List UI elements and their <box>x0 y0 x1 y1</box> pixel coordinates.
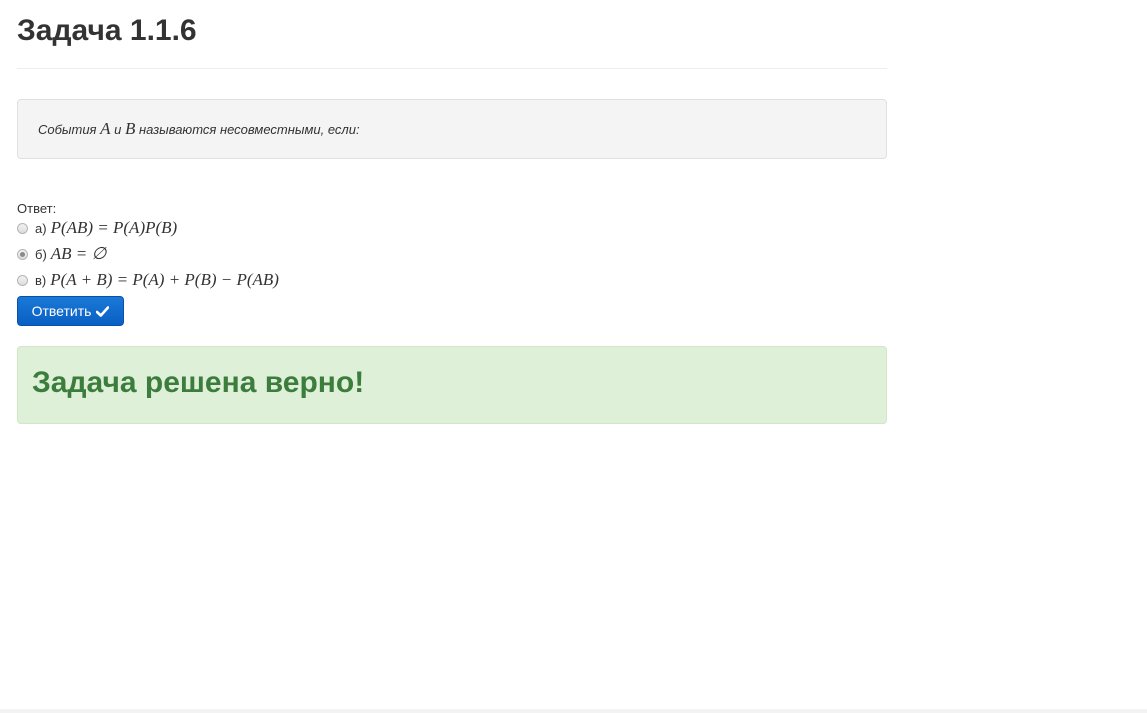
success-message: Задача решена верно! <box>32 366 365 399</box>
submit-button[interactable]: Ответить <box>17 296 124 326</box>
option-a-letter: а) <box>35 220 47 236</box>
page-title: Задача 1.1.6 <box>17 14 197 47</box>
option-a-radio[interactable] <box>17 222 28 234</box>
event-a: A <box>100 119 111 138</box>
answer-label: Ответ: <box>17 201 57 216</box>
option-b[interactable]: б) AB = ∅ <box>17 242 106 266</box>
main-content: Задача 1.1.6 События A и B называются не… <box>17 0 887 424</box>
option-c-radio[interactable] <box>17 274 28 286</box>
bottom-edge <box>0 709 1147 713</box>
option-b-formula: AB = ∅ <box>50 244 107 263</box>
problem-statement: События A и B называются несовместными, … <box>17 99 887 159</box>
problem-text: События A и B называются несовместными, … <box>38 119 360 139</box>
title-divider <box>17 68 887 69</box>
option-a[interactable]: а) P(AB) = P(A)P(B) <box>17 216 177 240</box>
problem-prefix: События <box>38 122 101 137</box>
success-alert: Задача решена верно! <box>17 346 887 424</box>
option-c[interactable]: в) P(A + B) = P(A) + P(B) − P(AB) <box>17 268 279 292</box>
problem-suffix: называются несовместными, если: <box>135 122 360 137</box>
option-c-formula: P(A + B) = P(A) + P(B) − P(AB) <box>50 270 279 289</box>
event-b: B <box>124 119 136 138</box>
submit-label: Ответить <box>31 303 92 319</box>
option-a-formula: P(AB) = P(A)P(B) <box>50 218 178 237</box>
problem-conjunction: и <box>110 122 125 137</box>
option-b-radio[interactable] <box>17 248 28 260</box>
option-b-letter: б) <box>35 246 47 262</box>
option-c-letter: в) <box>35 272 47 288</box>
check-icon <box>96 305 110 317</box>
